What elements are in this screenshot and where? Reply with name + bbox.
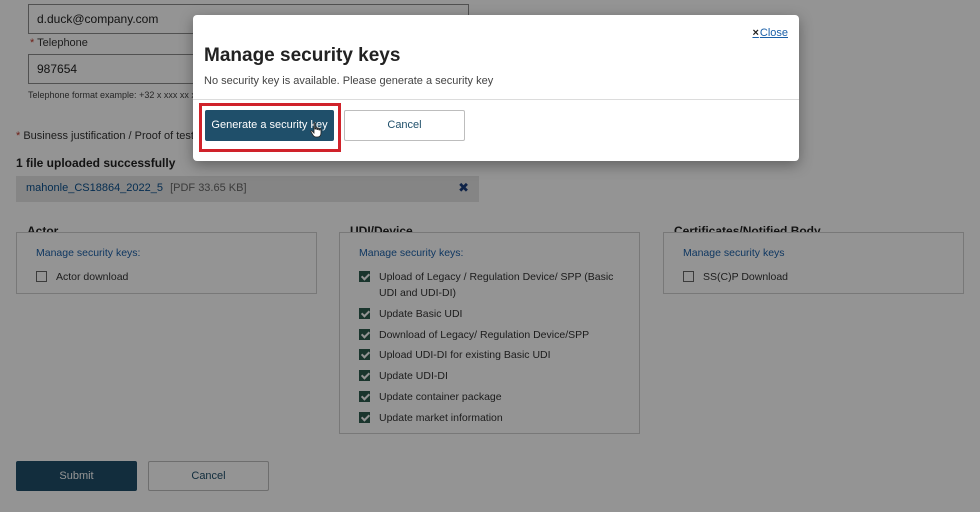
modal-title: Manage security keys [204, 45, 401, 66]
modal-cancel-button[interactable]: Cancel [344, 110, 465, 141]
close-link[interactable]: ×Close [752, 27, 788, 39]
modal-subtitle: No security key is available. Please gen… [204, 75, 494, 87]
hand-cursor-icon [310, 122, 322, 138]
modal-divider [193, 99, 799, 100]
close-icon[interactable]: × [752, 27, 758, 39]
manage-security-keys-modal: ×Close Manage security keys No security … [193, 15, 799, 161]
